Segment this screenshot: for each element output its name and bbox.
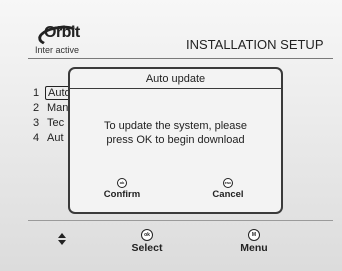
- menu-item-number: 3: [33, 117, 40, 129]
- page-title: INSTALLATION SETUP: [186, 37, 324, 52]
- up-down-arrows-icon: [58, 233, 66, 245]
- logo-word: Orbit: [44, 24, 80, 41]
- orbit-logo: Orbit Inter active: [35, 23, 105, 56]
- ok-key-icon: ok: [117, 178, 127, 188]
- select-button[interactable]: ok Select: [122, 229, 172, 254]
- menu-label: Menu: [240, 242, 268, 254]
- menu-button[interactable]: M Menu: [229, 229, 279, 254]
- cancel-button[interactable]: esc Cancel: [198, 178, 258, 200]
- dialog-message-line-1: To update the system, please: [103, 120, 248, 132]
- menu-item-label: Aut: [47, 132, 64, 144]
- dialog-message: To update the system, please press OK to…: [70, 119, 281, 147]
- header-divider: [28, 58, 333, 59]
- logo-subtitle: Inter active: [35, 45, 80, 55]
- auto-update-dialog: Auto update To update the system, please…: [68, 67, 283, 214]
- footer-divider: [28, 220, 333, 221]
- select-label: Select: [131, 242, 163, 254]
- confirm-label: Confirm: [103, 189, 141, 200]
- menu-key-icon: M: [248, 229, 260, 241]
- cancel-label: Cancel: [212, 189, 244, 200]
- menu-item-number: 1: [33, 87, 40, 99]
- dialog-title-divider: [70, 88, 281, 89]
- ok-key-icon: ok: [141, 229, 153, 241]
- menu-item-label: Man: [47, 102, 69, 114]
- dialog-title: Auto update: [145, 73, 206, 85]
- menu-item-number: 4: [33, 132, 40, 144]
- dialog-message-line-2: press OK to begin download: [106, 134, 245, 146]
- confirm-button[interactable]: ok Confirm: [92, 178, 152, 200]
- arrow-down-icon: [58, 240, 66, 245]
- esc-key-icon: esc: [223, 178, 233, 188]
- menu-item-number: 2: [33, 102, 40, 114]
- arrow-up-icon: [58, 233, 66, 238]
- menu-item-label: Tec: [47, 117, 65, 129]
- installation-setup-screen: Orbit Inter active INSTALLATION SETUP 1 A…: [0, 0, 342, 271]
